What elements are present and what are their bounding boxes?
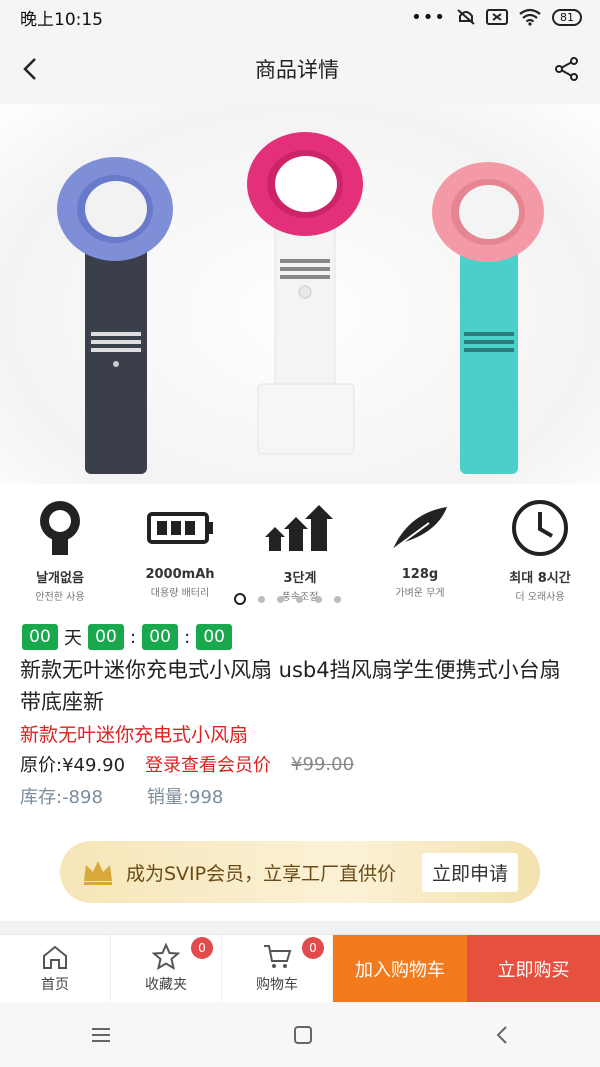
back-icon[interactable] (20, 56, 40, 82)
stock-count: 库存:-898 (20, 787, 103, 808)
countdown-seconds: 00 (196, 624, 233, 650)
feature-sub: 안전한 사용 (35, 592, 85, 603)
tab-favorites-label: 收藏夹 (145, 977, 187, 993)
svip-banner[interactable]: 成为SVIP会员，立享工厂直供价 立即申请 (60, 841, 540, 903)
countdown-minutes: 00 (142, 624, 179, 650)
battery-indicator: 81 (552, 8, 582, 26)
product-subtitle: 新款无叶迷你充电式小风扇 (20, 724, 249, 746)
bladeless-fan-icon (40, 501, 80, 555)
strikethrough-price: ¥99.00 (291, 753, 355, 775)
crown-icon (84, 861, 112, 885)
home-icon (43, 945, 67, 969)
feature-battery: 2000mAh 대용량 배터리 (125, 499, 235, 609)
menu-icon[interactable] (90, 1027, 112, 1043)
original-price: 原价:¥49.90 (20, 755, 126, 776)
mute-icon (457, 9, 475, 25)
countdown-day-label: 天 (64, 628, 82, 649)
cart-badge: 0 (302, 937, 324, 959)
carousel-dot[interactable] (315, 595, 322, 603)
feature-sub: 가벼운 무게 (395, 588, 445, 599)
feather-icon (390, 507, 447, 552)
favorites-badge: 0 (191, 937, 213, 959)
tab-home[interactable]: 首页 (0, 935, 111, 1002)
carousel-dot[interactable] (296, 595, 303, 603)
share-icon[interactable] (554, 56, 580, 82)
feature-sub: 대용량 배터리 (150, 588, 210, 599)
more-dots-icon: ••• (411, 6, 446, 28)
member-price-link[interactable]: 登录查看会员价 (145, 751, 271, 777)
carousel-dot[interactable] (258, 595, 265, 603)
status-time: 晚上10:15 (20, 9, 103, 30)
add-to-cart-button[interactable]: 加入购物车 (333, 935, 467, 1002)
countdown-days: 00 (22, 624, 58, 650)
feature-label: 2000mAh (145, 567, 215, 582)
star-icon (152, 943, 180, 970)
home-square-icon[interactable] (293, 1025, 313, 1045)
fan-image-middle (247, 132, 363, 455)
svip-apply-button[interactable]: 立即申请 (421, 852, 518, 892)
product-title: 新款无叶迷你充电式小风扇 usb4挡风扇学生便携式小台扇带底座新 (20, 658, 561, 714)
bottom-action-bar: 首页 收藏夹 0 购物车 0 加入购物车 立即购买 (0, 934, 600, 1002)
feature-duration: 최대 8시간 더 오래사용 (485, 499, 595, 609)
sales-count: 销量:998 (146, 787, 224, 808)
tab-cart[interactable]: 购物车 0 (222, 935, 333, 1002)
tab-home-label: 首页 (41, 976, 69, 993)
carousel-indicator (234, 593, 341, 605)
countdown-timer: 00 天 00 : 00 : 00 (0, 624, 600, 650)
feature-label: 날개없음 (36, 571, 84, 586)
system-back-icon[interactable] (494, 1025, 510, 1045)
feature-weight: 128g 가벼운 무게 (365, 499, 475, 609)
sim-off-icon (486, 9, 508, 25)
fan-image-left (57, 157, 173, 474)
buy-now-button[interactable]: 立即购买 (467, 935, 600, 1002)
svip-text: 成为SVIP会员，立享工厂直供价 (126, 862, 397, 885)
wifi-icon (519, 8, 541, 26)
feature-label: 최대 8시간 (509, 571, 571, 586)
feature-label: 3단계 (283, 571, 317, 586)
system-nav-bar (0, 1002, 600, 1067)
product-image-carousel[interactable]: 날개없음 안전한 사용 2000mAh 대용량 배터리 3단계 풍속조절 128… (0, 104, 600, 612)
carousel-dot[interactable] (334, 595, 341, 603)
feature-label: 128g (401, 567, 439, 582)
stock-row: 库存:-898 销量:998 (0, 783, 600, 809)
tab-cart-label: 购物车 (256, 977, 298, 993)
page-title: 商品详情 (255, 58, 339, 82)
status-icons: ••• 81 (411, 7, 582, 28)
tab-favorites[interactable]: 收藏夹 0 (111, 935, 222, 1002)
feature-sub: 더 오래사용 (515, 592, 565, 603)
feature-bladeless: 날개없음 안전한 사용 (5, 499, 115, 609)
app-header: 商品详情 (0, 34, 600, 104)
countdown-separator: : (184, 626, 191, 648)
battery-icon (147, 512, 213, 544)
price-row: 原价:¥49.90 登录查看会员价 ¥99.00 (0, 751, 600, 777)
countdown-separator: : (130, 626, 137, 648)
clock-icon (512, 500, 568, 556)
fan-image-right (432, 162, 544, 474)
cart-icon (264, 945, 292, 968)
carousel-dot[interactable] (277, 595, 284, 603)
carousel-dot-active[interactable] (234, 593, 246, 605)
countdown-hours: 00 (88, 624, 124, 650)
status-bar: 晚上10:15 ••• 81 (0, 0, 600, 34)
speed-arrows-icon (265, 505, 333, 551)
